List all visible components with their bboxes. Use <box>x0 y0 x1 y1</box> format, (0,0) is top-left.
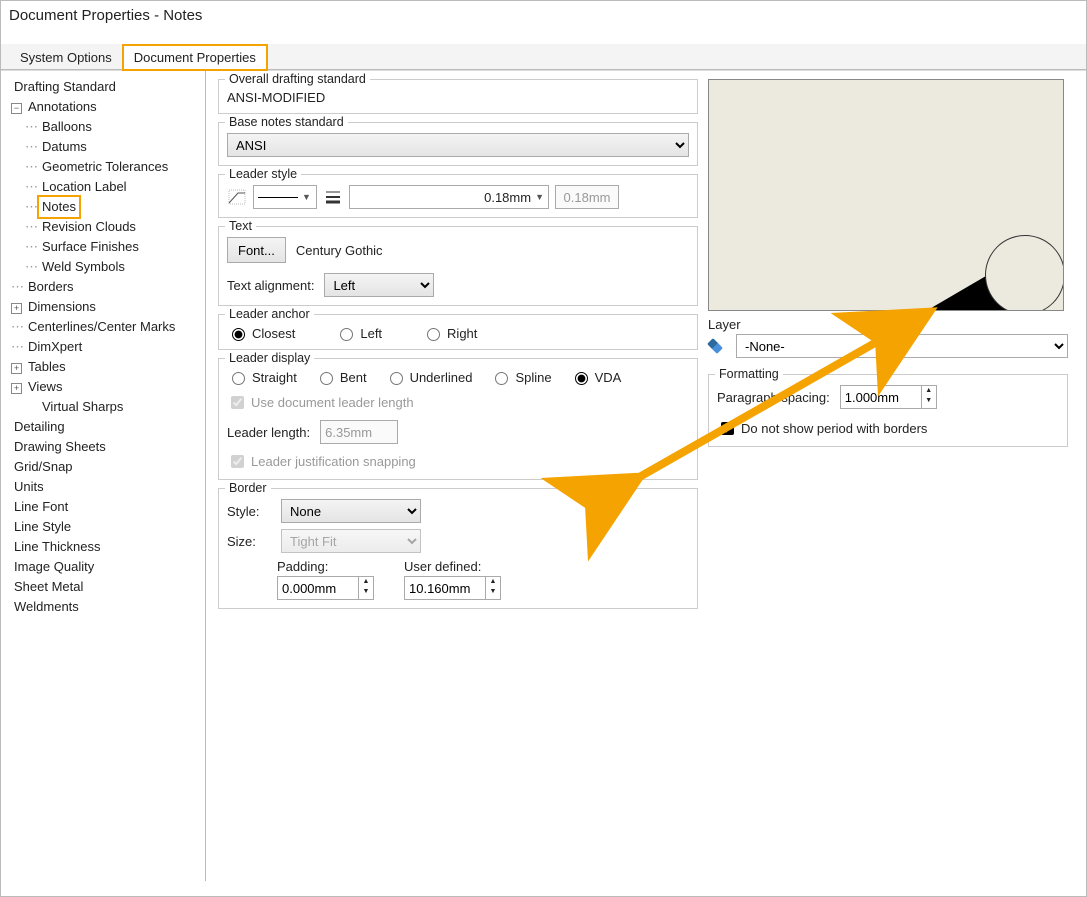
tree-units[interactable]: Units <box>11 477 205 497</box>
spin-down-icon[interactable]: ▼ <box>486 587 500 597</box>
tabstrip: System Options Document Properties <box>1 44 1086 70</box>
tree-revision-clouds[interactable]: ⋯Revision Clouds <box>25 217 205 237</box>
tree-location-label[interactable]: ⋯Location Label <box>25 177 205 197</box>
preview-circle-icon <box>985 235 1064 311</box>
chevron-down-icon: ▼ <box>535 192 544 202</box>
userdef-spinner[interactable]: ▲▼ <box>404 576 501 600</box>
text-align-select[interactable]: Left <box>324 273 434 297</box>
tree-weld-symbols[interactable]: ⋯Weld Symbols <box>25 257 205 277</box>
text-align-label: Text alignment: <box>227 278 314 293</box>
tree-surface-finishes[interactable]: ⋯Surface Finishes <box>25 237 205 257</box>
leader-style-legend: Leader style <box>225 167 301 181</box>
tree-centerlines[interactable]: ⋯Centerlines/Center Marks <box>11 317 205 337</box>
padding-label: Padding: <box>277 559 374 574</box>
spin-down-icon[interactable]: ▼ <box>922 396 936 406</box>
anchor-left[interactable]: Left <box>335 325 382 341</box>
tree-borders[interactable]: ⋯Borders <box>11 277 205 297</box>
spin-down-icon[interactable]: ▼ <box>359 587 373 597</box>
userdef-label: User defined: <box>404 559 501 574</box>
base-notes-legend: Base notes standard <box>225 115 348 129</box>
border-legend: Border <box>225 481 271 495</box>
window-title: Document Properties - Notes <box>9 7 1078 24</box>
tree-line-style[interactable]: Line Style <box>11 517 205 537</box>
tree-datums[interactable]: ⋯Datums <box>25 137 205 157</box>
layer-icon <box>707 338 723 354</box>
leader-length-label: Leader length: <box>227 425 310 440</box>
collapse-icon[interactable]: − <box>11 103 22 114</box>
overall-legend: Overall drafting standard <box>225 72 370 86</box>
tree-detailing[interactable]: Detailing <box>11 417 205 437</box>
border-style-select[interactable]: None <box>281 499 421 523</box>
font-button[interactable]: Font... <box>227 237 286 263</box>
formatting-legend: Formatting <box>715 367 783 381</box>
layer-select[interactable]: -None- <box>736 334 1068 358</box>
tree-tables[interactable]: +Tables <box>11 357 205 377</box>
leader-anchor-legend: Leader anchor <box>225 307 314 321</box>
tree-dimensions[interactable]: +Dimensions <box>11 297 205 317</box>
layer-legend: Layer <box>708 317 1068 332</box>
tree-annotations[interactable]: −Annotations ⋯Balloons ⋯Datums ⋯Geometri… <box>11 97 205 277</box>
tree-virtual-sharps[interactable]: Virtual Sharps <box>11 397 205 417</box>
leader-display-legend: Leader display <box>225 351 314 365</box>
leader-justify-snap-checkbox: Leader justification snapping <box>227 452 416 471</box>
leader-thickness-readout <box>555 185 619 209</box>
tree-geo-tol[interactable]: ⋯Geometric Tolerances <box>25 157 205 177</box>
tree-image-quality[interactable]: Image Quality <box>11 557 205 577</box>
display-straight[interactable]: Straight <box>227 369 297 385</box>
no-period-checkbox[interactable]: Do not show period with borders <box>717 419 927 438</box>
anchor-closest[interactable]: Closest <box>227 325 295 341</box>
spin-up-icon[interactable]: ▲ <box>922 386 936 396</box>
base-notes-select[interactable]: ANSI <box>227 133 689 157</box>
border-size-label: Size: <box>227 534 271 549</box>
tree-line-thickness[interactable]: Line Thickness <box>11 537 205 557</box>
tree-grid-snap[interactable]: Grid/Snap <box>11 457 205 477</box>
tab-document-properties[interactable]: Document Properties <box>123 45 267 70</box>
leader-end-style-select[interactable]: ▼ <box>253 185 317 209</box>
display-underlined[interactable]: Underlined <box>385 369 473 385</box>
spin-up-icon[interactable]: ▲ <box>486 577 500 587</box>
text-legend: Text <box>225 219 256 233</box>
tree-drawing-sheets[interactable]: Drawing Sheets <box>11 437 205 457</box>
expand-icon[interactable]: + <box>11 363 22 374</box>
border-style-label: Style: <box>227 504 271 519</box>
anchor-right[interactable]: Right <box>422 325 477 341</box>
leader-length-input <box>320 420 398 444</box>
display-bent[interactable]: Bent <box>315 369 367 385</box>
tree-dimxpert[interactable]: ⋯DimXpert <box>11 337 205 357</box>
tree-weldments[interactable]: Weldments <box>11 597 205 617</box>
overall-value: ANSI-MODIFIED <box>227 90 325 105</box>
leader-thickness-select[interactable]: 0.18mm▼ <box>349 185 549 209</box>
tree-notes[interactable]: ⋯Notes <box>25 197 205 217</box>
padding-spinner[interactable]: ▲▼ <box>277 576 374 600</box>
expand-icon[interactable]: + <box>11 383 22 394</box>
tree-sheet-metal[interactable]: Sheet Metal <box>11 577 205 597</box>
para-spacing-label: Paragraph spacing: <box>717 390 830 405</box>
tab-system-options[interactable]: System Options <box>9 45 123 69</box>
font-name: Century Gothic <box>296 243 383 258</box>
tree-views[interactable]: +Views <box>11 377 205 397</box>
line-thickness-icon <box>323 186 343 208</box>
display-spline[interactable]: Spline <box>490 369 551 385</box>
spin-up-icon[interactable]: ▲ <box>359 577 373 587</box>
para-spacing-spinner[interactable]: ▲▼ <box>840 385 937 409</box>
tree-line-font[interactable]: Line Font <box>11 497 205 517</box>
sidebar-tree: Drafting Standard −Annotations ⋯Balloons… <box>1 71 206 881</box>
display-vda[interactable]: VDA <box>570 369 622 385</box>
use-doc-leader-length-checkbox: Use document leader length <box>227 393 414 412</box>
tree-drafting-standard[interactable]: Drafting Standard <box>11 77 205 97</box>
leader-end-icon <box>227 186 247 208</box>
tree-balloons[interactable]: ⋯Balloons <box>25 117 205 137</box>
preview-canvas <box>708 79 1064 311</box>
chevron-down-icon: ▼ <box>302 192 311 202</box>
border-size-select: Tight Fit <box>281 529 421 553</box>
expand-icon[interactable]: + <box>11 303 22 314</box>
